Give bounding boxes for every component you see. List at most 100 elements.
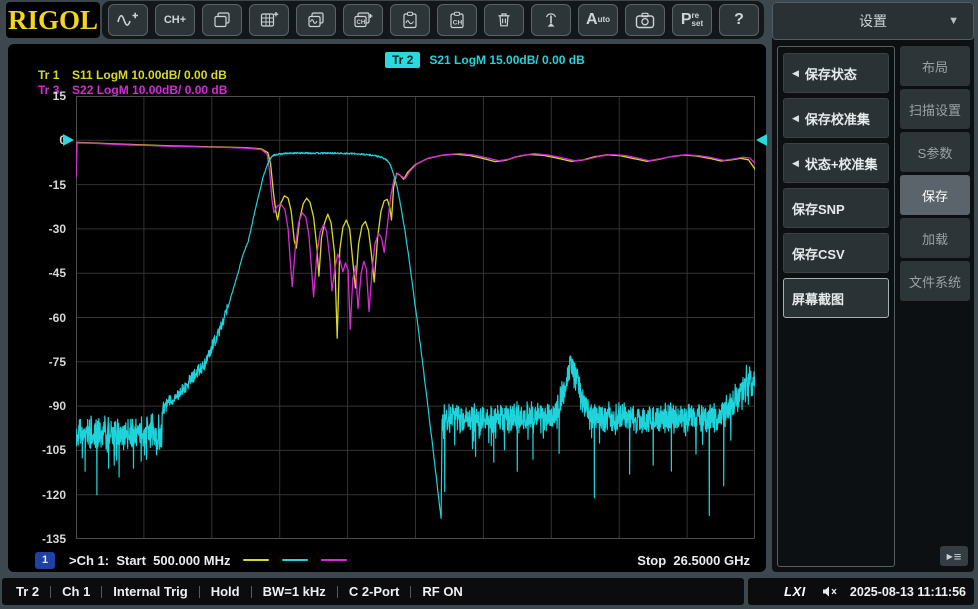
y-tick-label: -60 xyxy=(48,310,66,325)
vna-screen: RIGOL CH+ CH CH Auto Pre set? Tr 1 S11 LogM 10… xyxy=(0,0,978,609)
preset-icon: P xyxy=(680,11,692,28)
submenu-保存校准集[interactable]: ◀ 保存校准集 xyxy=(783,98,889,138)
submenu-状态+校准集[interactable]: ◀ 状态+校准集 xyxy=(783,143,889,183)
status-separator xyxy=(336,585,338,598)
trace-3-label: S22 LogM 10.00dB/ 0.00 dB xyxy=(72,83,228,97)
chevron-down-icon: ▼ xyxy=(948,15,959,27)
expand-left-icon: ◀ xyxy=(792,112,799,123)
submenu-屏幕截图[interactable]: 屏幕截图 xyxy=(783,278,889,318)
status-item: Tr 2 xyxy=(16,584,40,599)
speaker-muted-icon xyxy=(822,585,838,598)
lxi-logo: LXI xyxy=(784,584,806,599)
paste-channel-icon: CH xyxy=(447,11,467,29)
y-tick-label: -30 xyxy=(48,221,66,236)
touch-icon xyxy=(542,11,560,29)
y-tick-label: -90 xyxy=(48,399,66,414)
status-separator xyxy=(198,585,200,598)
touch-button[interactable] xyxy=(531,4,571,36)
expand-left-icon: ◀ xyxy=(792,67,799,78)
copy-channel-button[interactable]: CH xyxy=(343,4,383,36)
tab-S参数[interactable]: S参数 xyxy=(900,132,970,172)
paste-trace-icon xyxy=(400,11,420,29)
add-channel-button[interactable]: CH+ xyxy=(155,4,195,36)
submenu-保存状态[interactable]: ◀ 保存状态 xyxy=(783,53,889,93)
y-tick-label: 15 xyxy=(52,89,66,103)
plot-area[interactable] xyxy=(76,96,755,539)
copy-trace-icon xyxy=(306,11,326,29)
copy-channel-icon: CH xyxy=(352,11,374,29)
screenshot-button[interactable] xyxy=(625,4,665,36)
tab-布局[interactable]: 布局 xyxy=(900,46,970,86)
add-trace-button[interactable] xyxy=(108,4,148,36)
paste-trace-button[interactable] xyxy=(390,4,430,36)
y-tick-label: -45 xyxy=(48,266,66,281)
trace-2-info[interactable]: Tr 2 S21 LogM 15.00dB/ 0.00 dB xyxy=(385,52,585,68)
channel-stop-label: Stop 26.5000 GHz xyxy=(637,552,750,568)
delete-icon xyxy=(495,11,513,29)
rigol-logo-text: RIGOL xyxy=(7,4,99,35)
expand-left-icon: ◀ xyxy=(792,157,799,168)
status-separator xyxy=(101,585,103,598)
copy-trace-button[interactable] xyxy=(296,4,336,36)
help-icon: ? xyxy=(734,11,744,28)
menu-sidebar: 设置 ▼ ◀ 保存状态 ◀ 保存校准集 ◀ 状态+校准集 保存SNP 保存CSV 屏幕截图 布局… xyxy=(772,2,974,572)
submenu-保存SNP[interactable]: 保存SNP xyxy=(783,188,889,228)
status-separator xyxy=(50,585,52,598)
status-items: Tr 2 Ch 1 Internal Trig Hold BW=1 kHz C 2-Por… xyxy=(2,578,744,605)
tab-加载[interactable]: 加载 xyxy=(900,218,970,258)
trace-legend xyxy=(230,558,348,562)
y-tick-label: -15 xyxy=(48,177,66,192)
tab-扫描设置[interactable]: 扫描设置 xyxy=(900,89,970,129)
add-trace-icon xyxy=(117,11,139,29)
submenu-保存CSV[interactable]: 保存CSV xyxy=(783,233,889,273)
window-layout-button[interactable] xyxy=(202,4,242,36)
help-button[interactable]: ? xyxy=(719,4,759,36)
trace-2-label: S21 LogM 15.00dB/ 0.00 dB xyxy=(429,53,585,67)
reference-level-marker-right[interactable] xyxy=(756,134,767,147)
status-right: LXI 2025-08-13 11:11:56 xyxy=(748,578,974,605)
y-tick-label: -75 xyxy=(48,354,66,369)
status-separator xyxy=(250,585,252,598)
auto-scale-button[interactable]: Auto xyxy=(578,4,618,36)
channel-badge[interactable]: 1 xyxy=(35,551,55,569)
rigol-logo: RIGOL xyxy=(6,2,100,38)
trace-2-chip[interactable]: Tr 2 xyxy=(385,52,421,68)
status-item: BW=1 kHz xyxy=(262,584,326,599)
window-layout-icon xyxy=(212,11,232,29)
table-add-icon xyxy=(259,11,279,29)
trace-legend-swatch xyxy=(282,558,309,562)
auto-icon: A xyxy=(586,11,598,28)
save-submenu: ◀ 保存状态 ◀ 保存校准集 ◀ 状态+校准集 保存SNP 保存CSV 屏幕截图 xyxy=(777,46,895,567)
reference-level-marker-left[interactable] xyxy=(63,134,74,147)
menu-tabs: 布局 扫描设置 S参数 保存 加载 文件系统 xyxy=(900,46,970,304)
status-item: Hold xyxy=(210,584,240,599)
tab-文件系统[interactable]: 文件系统 xyxy=(900,261,970,301)
y-tick-label: -120 xyxy=(41,487,66,502)
paste-channel-button[interactable]: CH xyxy=(437,4,477,36)
table-add-button[interactable] xyxy=(249,4,289,36)
channel-footer: 1 >Ch 1: Start 500.000 MHz Stop 26.5000 … xyxy=(8,549,766,571)
y-tick-label: 0 xyxy=(59,133,66,148)
collapse-menu-button[interactable]: ▶ ≡ xyxy=(940,546,968,566)
y-tick-label: -105 xyxy=(41,443,66,458)
datetime: 2025-08-13 11:11:56 xyxy=(849,584,966,599)
trace-legend-swatch xyxy=(243,558,270,562)
toolbar: CH+ CH CH Auto Pre set? xyxy=(102,1,764,39)
measurement-display: Tr 1 S11 LogM 10.00dB/ 0.00 dB Tr 3 S22 Lo… xyxy=(8,44,767,572)
add-channel-icon: CH+ xyxy=(163,14,187,26)
settings-title: 设置 xyxy=(859,13,887,29)
preset-button[interactable]: Pre set xyxy=(672,4,712,36)
collapse-menu-icon: ▶ xyxy=(946,551,953,561)
svg-text:CH: CH xyxy=(357,20,366,26)
status-item: Internal Trig xyxy=(113,584,188,599)
status-separator xyxy=(410,585,412,598)
status-bar: Tr 2 Ch 1 Internal Trig Hold BW=1 kHz C 2-Por… xyxy=(2,578,974,605)
svg-text:CH: CH xyxy=(453,20,463,27)
y-tick-label: -135 xyxy=(41,532,66,546)
status-item: C 2-Port xyxy=(348,584,400,599)
settings-menu-header[interactable]: 设置 ▼ xyxy=(772,2,974,40)
trace-legend-swatch xyxy=(321,558,348,562)
screenshot-icon xyxy=(635,12,655,29)
delete-button[interactable] xyxy=(484,4,524,36)
tab-保存[interactable]: 保存 xyxy=(900,175,970,215)
